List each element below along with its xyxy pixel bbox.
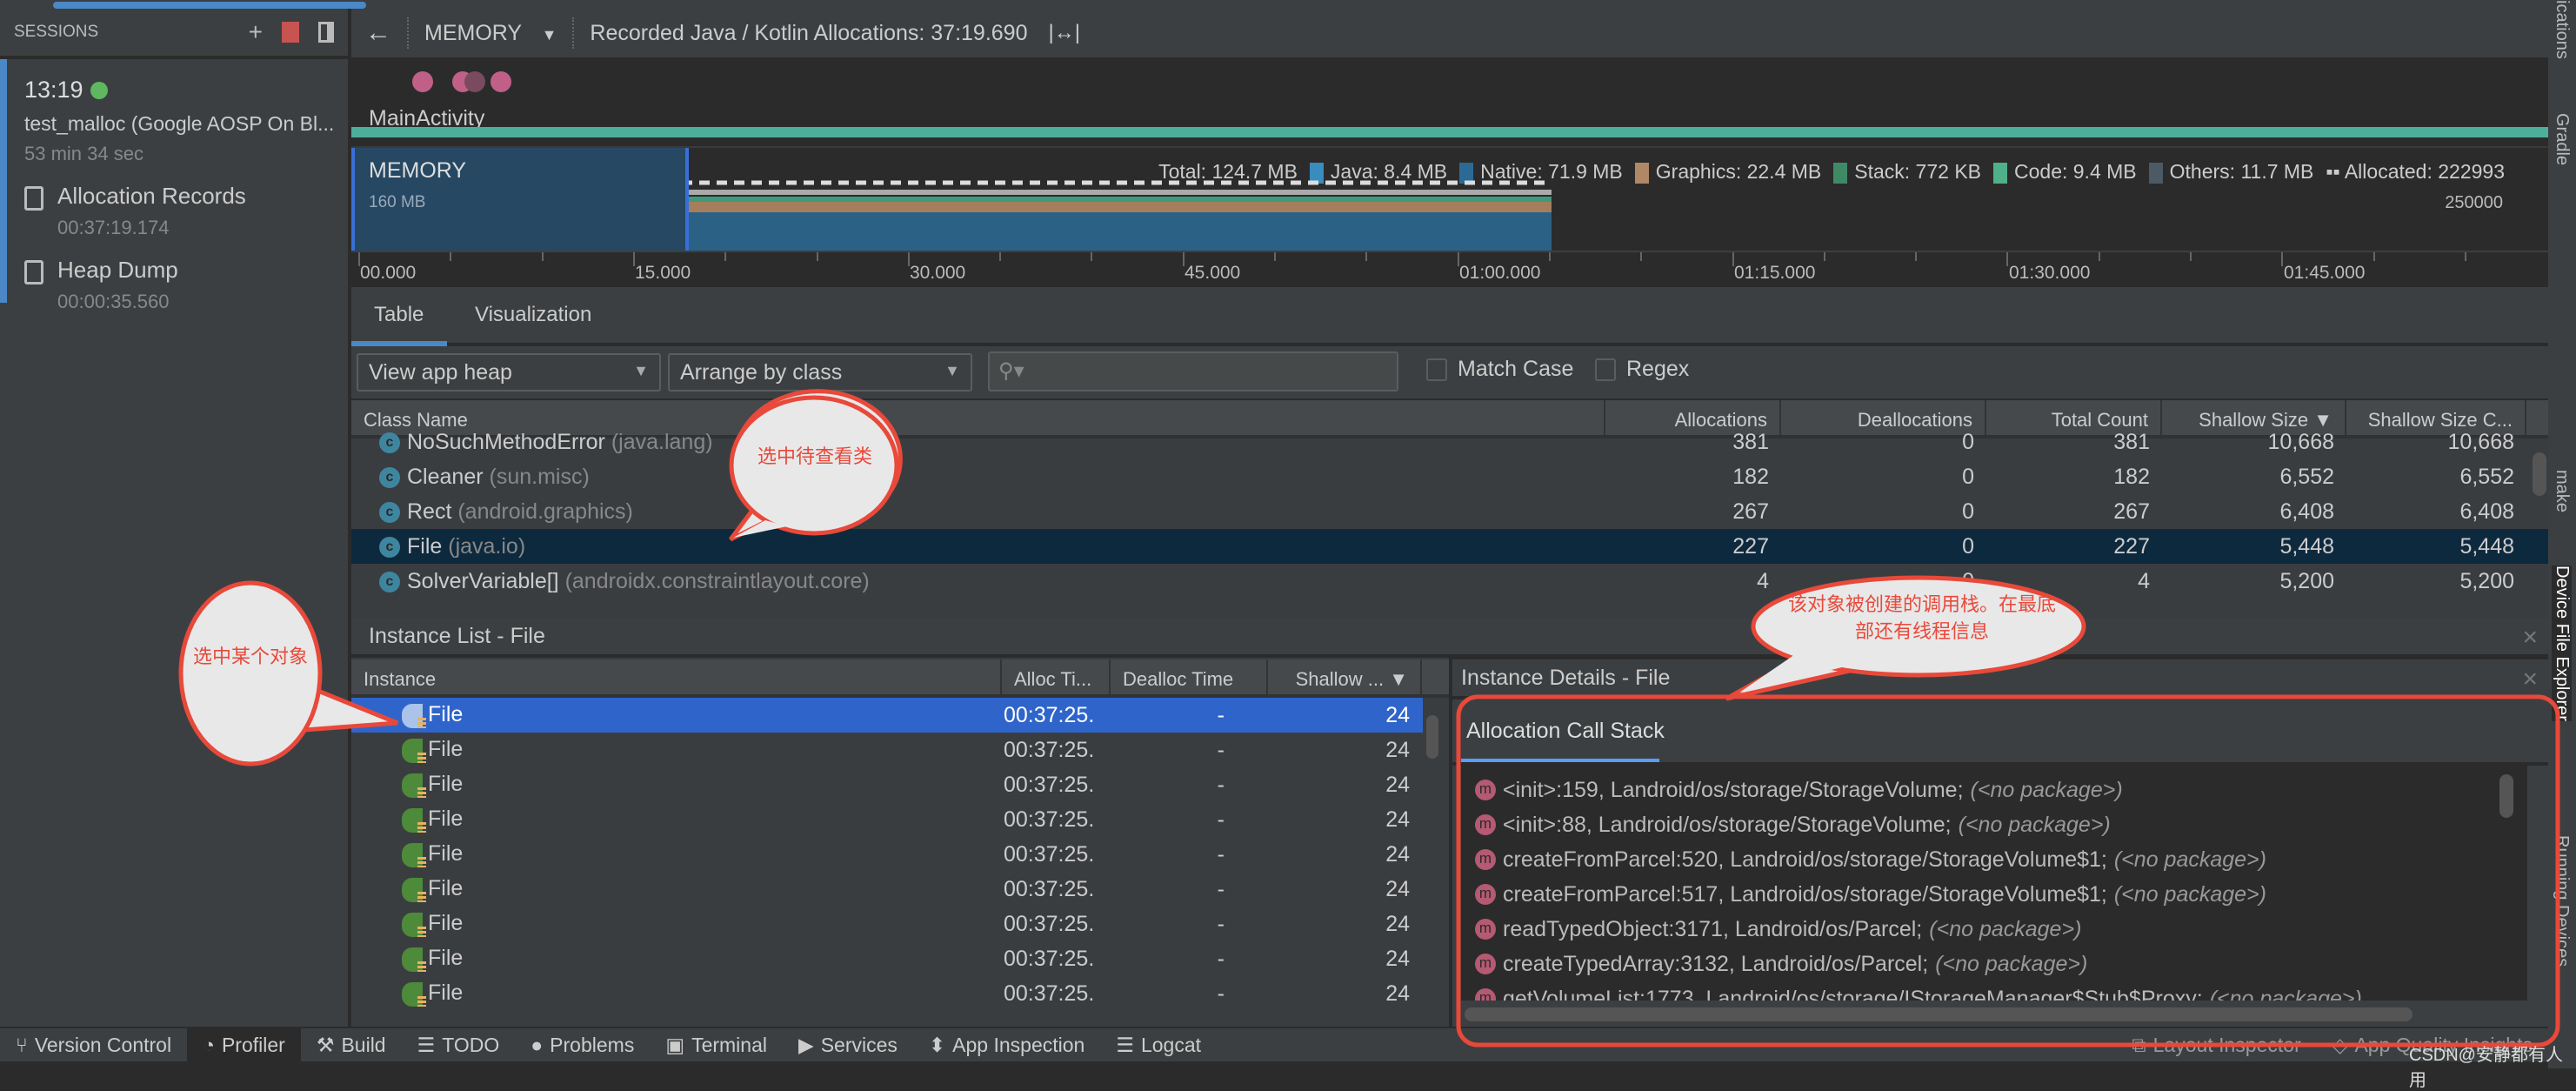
instance-callout-text: 选中某个对象 xyxy=(192,646,308,667)
annotation-layer xyxy=(178,389,2560,1047)
highlight-rect xyxy=(1456,694,2560,1047)
stack-callout-text: 该对象被创建的调用栈。在最底部还有线程信息 xyxy=(1787,593,2056,642)
instance-callout-ellipse xyxy=(178,580,323,766)
class-callout-text: 选中待查看类 xyxy=(757,445,872,467)
watermark: CSDN@安静都有人用 xyxy=(2409,1046,2563,1090)
